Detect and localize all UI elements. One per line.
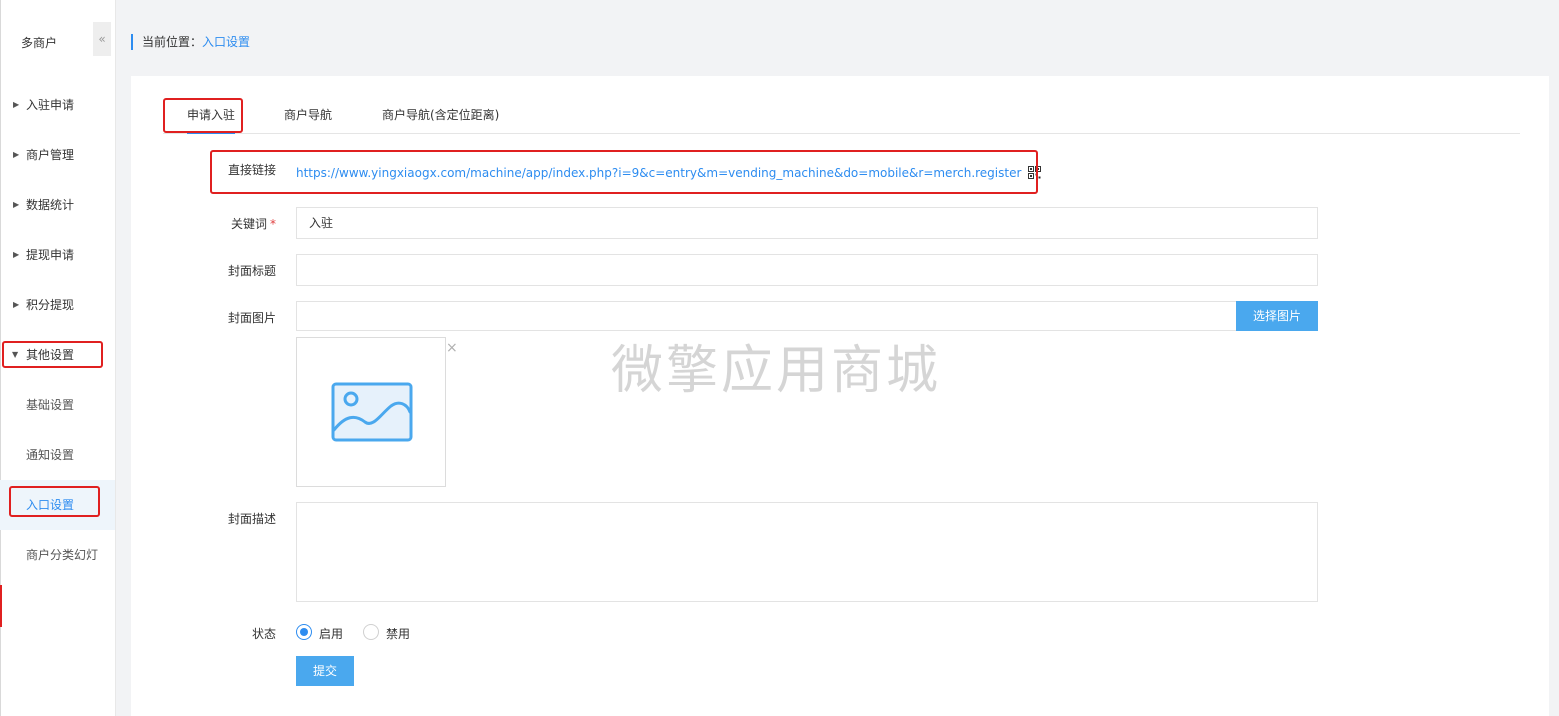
status-enable-label[interactable]: 启用 — [319, 625, 343, 642]
cover-image-label: 封面图片 — [227, 311, 276, 325]
sidebar-item-label: 其他设置 — [26, 348, 75, 362]
status-enable-radio[interactable] — [296, 624, 312, 640]
sidebar-item-label: 商户管理 — [26, 148, 75, 162]
sidebar-subitem-category-slides[interactable]: 商户分类幻灯 — [0, 530, 115, 580]
cover-image-input[interactable] — [296, 301, 1237, 331]
breadcrumb-current[interactable]: 入口设置 — [202, 35, 250, 49]
status-label: 状态 — [251, 627, 276, 641]
sidebar-subitem-label: 入口设置 — [26, 498, 75, 512]
direct-link[interactable]: https://www.yingxiaogx.com/machine/app/i… — [296, 166, 1042, 180]
sidebar-item-label: 入驻申请 — [26, 98, 75, 112]
image-preview — [296, 337, 446, 487]
status-disable-radio[interactable] — [363, 624, 379, 640]
submit-button[interactable]: 提交 — [296, 656, 354, 686]
direct-link-url[interactable]: https://www.yingxiaogx.com/machine/app/i… — [296, 166, 1021, 180]
cover-desc-label: 封面描述 — [227, 512, 276, 526]
caret-right-icon: ▶ — [13, 300, 20, 309]
breadcrumb-prefix: 当前位置： — [142, 35, 203, 49]
sidebar-item-label: 数据统计 — [26, 198, 75, 212]
sidebar-item-other-settings[interactable]: ▼ 其他设置 — [0, 330, 115, 380]
keyword-label: 关键词 * — [156, 215, 276, 232]
sidebar-item-join-apply[interactable]: ▶ 入驻申请 — [0, 80, 115, 130]
tab-merchant-nav-distance[interactable]: 商户导航(含定位距离) — [382, 96, 499, 134]
sidebar: 多商户 « ▶ 入驻申请 ▶ 商户管理 ▶ 数据统计 ▶ 提现申请 ▶ 积分提现… — [0, 0, 116, 716]
breadcrumb: 当前位置：入口设置 — [131, 34, 250, 50]
sidebar-subitem-label: 通知设置 — [26, 448, 75, 462]
caret-right-icon: ▶ — [13, 100, 20, 109]
keyword-input[interactable]: 入驻 — [296, 207, 1318, 239]
sidebar-item-label: 积分提现 — [26, 298, 75, 312]
sidebar-item-statistics[interactable]: ▶ 数据统计 — [0, 180, 115, 230]
caret-down-icon: ▼ — [12, 350, 19, 359]
sidebar-item-points-withdraw[interactable]: ▶ 积分提现 — [0, 280, 115, 330]
sidebar-item-withdraw-apply[interactable]: ▶ 提现申请 — [0, 230, 115, 280]
sidebar-subitem-basic-settings[interactable]: 基础设置 — [0, 380, 115, 430]
sidebar-subitem-notify-settings[interactable]: 通知设置 — [0, 430, 115, 480]
caret-right-icon: ▶ — [13, 250, 20, 259]
caret-right-icon: ▶ — [13, 150, 20, 159]
caret-right-icon: ▶ — [13, 200, 20, 209]
sidebar-subitem-entry-settings[interactable]: 入口设置 — [0, 480, 115, 530]
qrcode-icon[interactable] — [1028, 166, 1042, 179]
select-image-button[interactable]: 选择图片 — [1236, 301, 1318, 331]
cover-desc-textarea[interactable] — [296, 502, 1318, 602]
direct-link-label: 直接链接 — [227, 163, 276, 177]
cover-title-input[interactable] — [296, 254, 1318, 286]
keyword-label-text: 关键词 — [230, 217, 267, 231]
cover-title-label: 封面标题 — [227, 264, 276, 278]
sidebar-edge-marker — [0, 585, 2, 627]
required-mark: * — [270, 217, 276, 231]
remove-image-icon[interactable]: × — [446, 341, 458, 355]
collapse-sidebar-icon[interactable]: « — [93, 22, 111, 56]
tab-apply-join[interactable]: 申请入驻 — [187, 96, 236, 134]
sidebar-item-label: 提现申请 — [26, 248, 75, 262]
status-disable-label[interactable]: 禁用 — [386, 625, 410, 642]
sidebar-subitem-label: 商户分类幻灯 — [26, 548, 99, 562]
tab-merchant-nav[interactable]: 商户导航 — [284, 96, 332, 134]
image-placeholder-icon — [331, 382, 413, 442]
watermark: 微擎应用商城 — [611, 341, 942, 401]
sidebar-item-merchant-manage[interactable]: ▶ 商户管理 — [0, 130, 115, 180]
sidebar-subitem-label: 基础设置 — [26, 398, 75, 412]
sidebar-title: 多商户 — [21, 36, 58, 50]
tab-bar: 申请入驻 商户导航 商户导航(含定位距离) — [163, 96, 1520, 134]
